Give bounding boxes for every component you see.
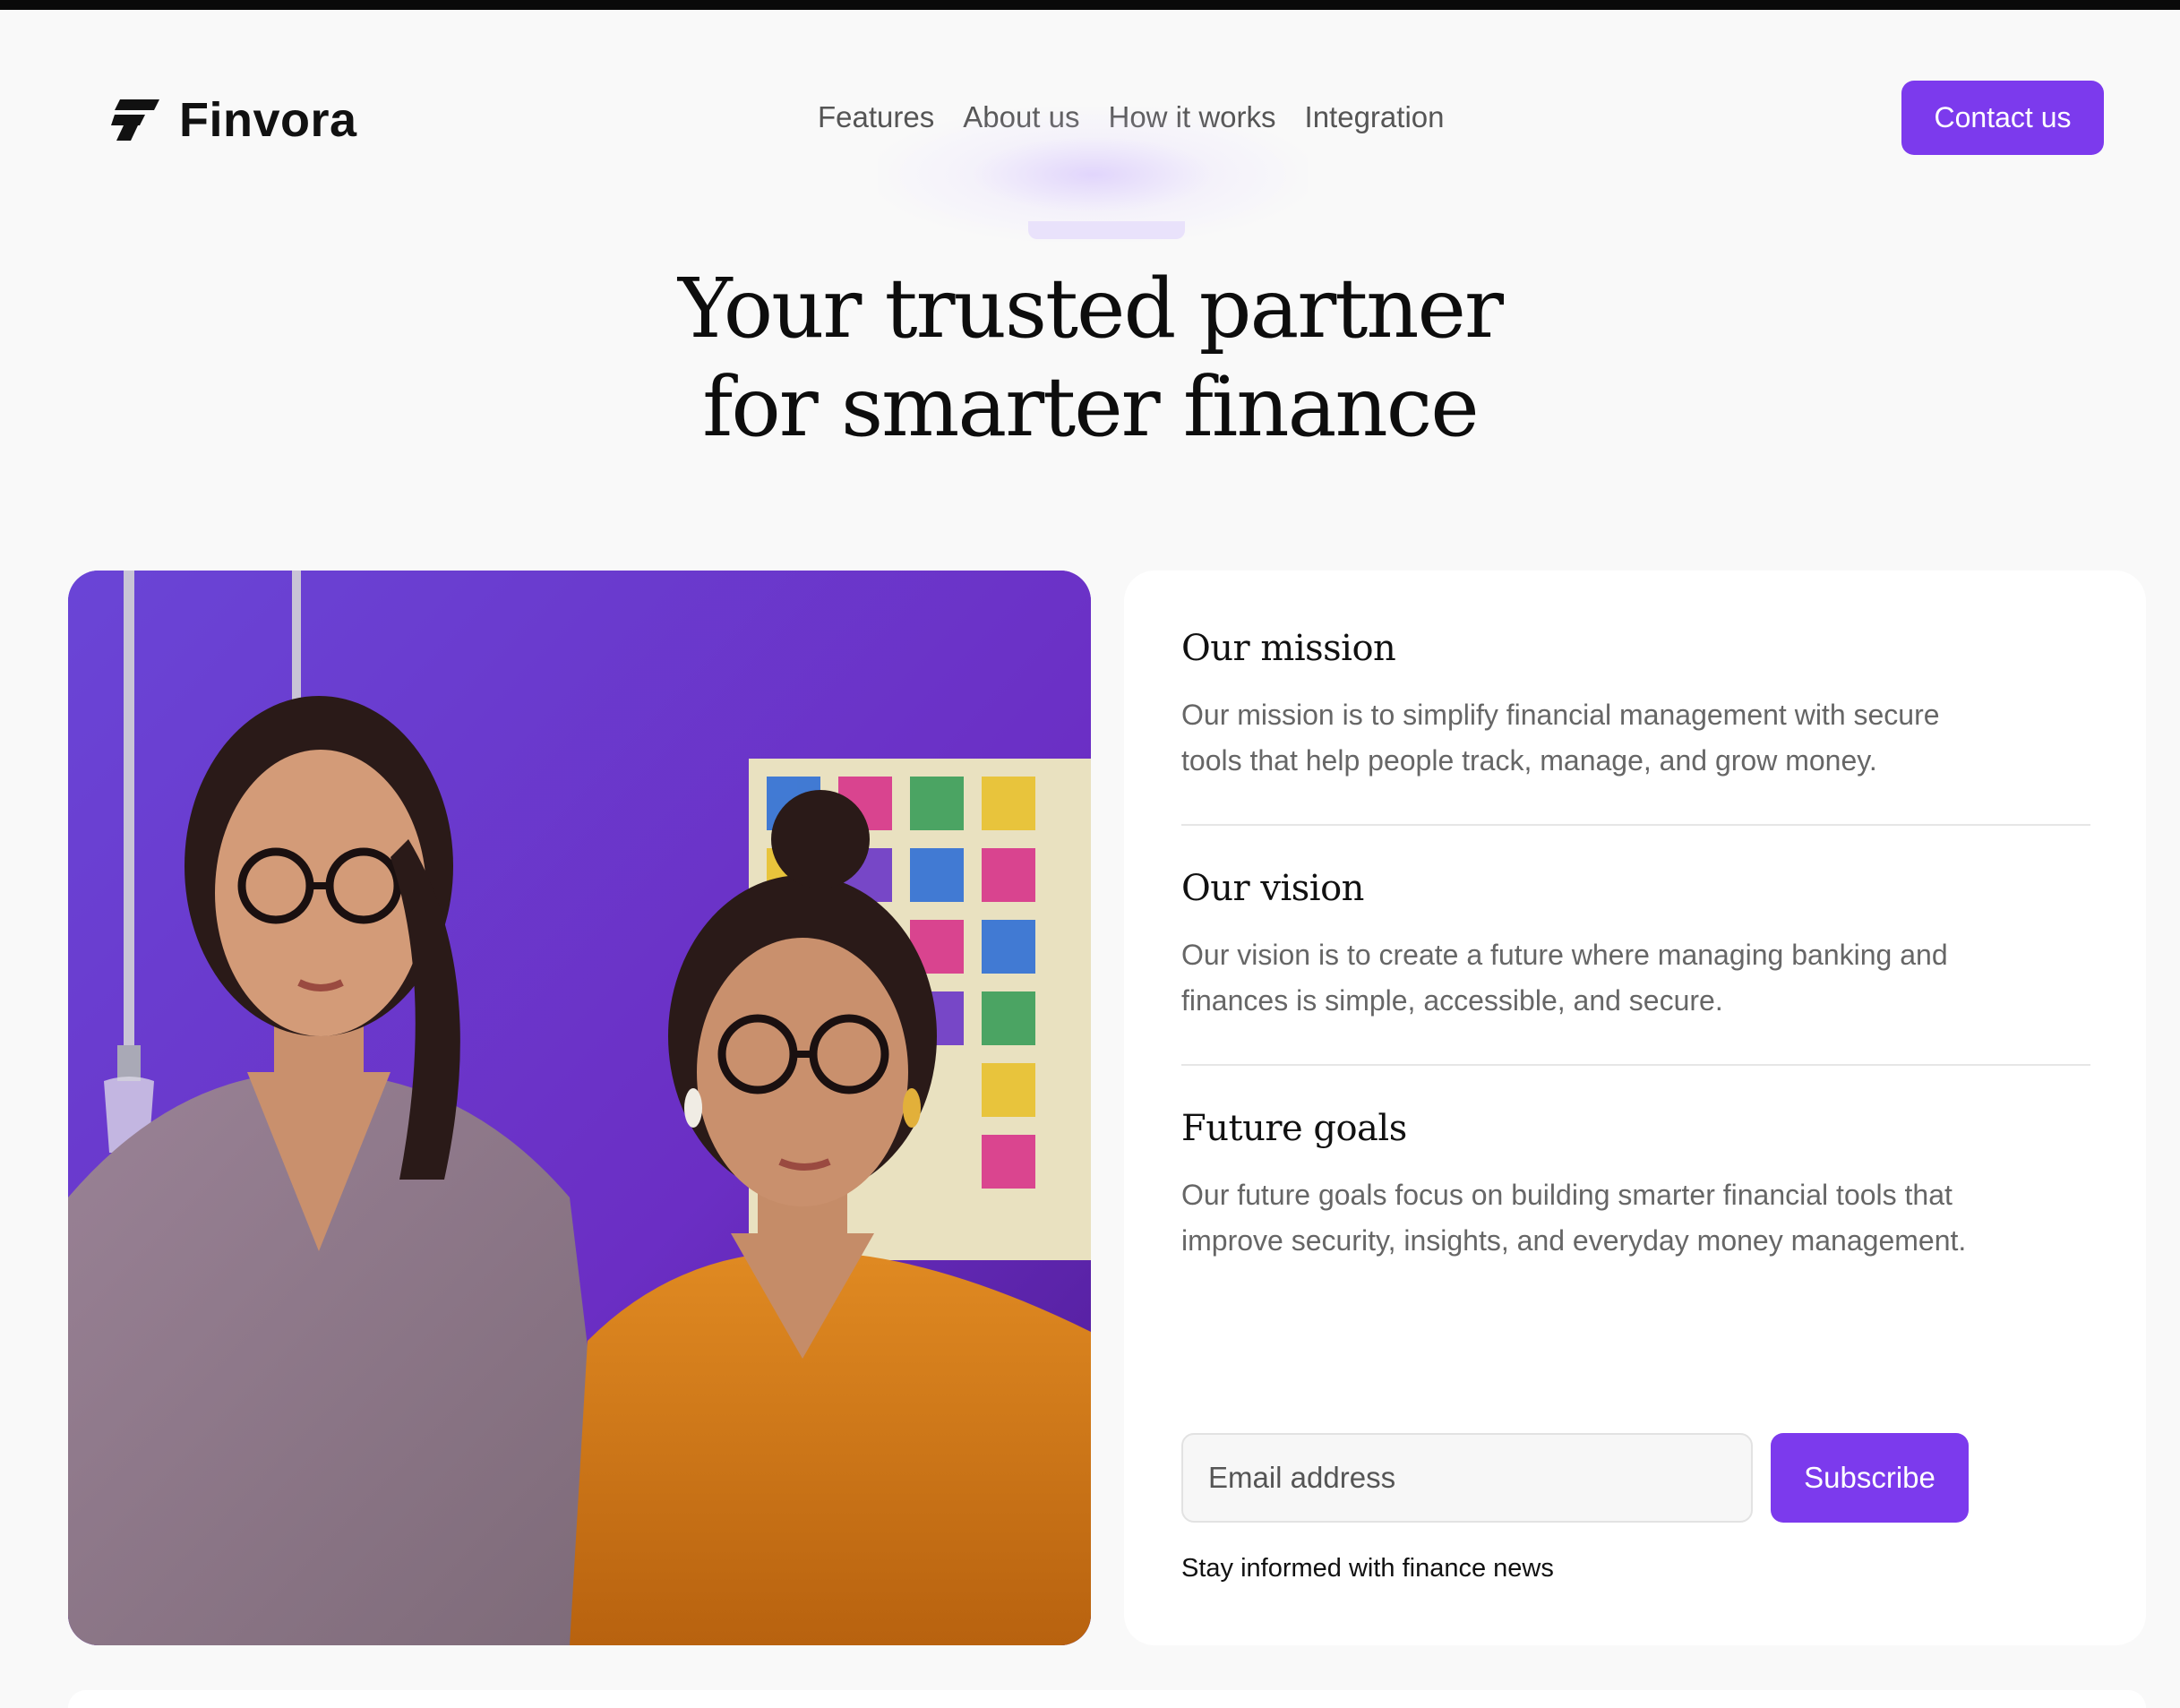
photo-illustration xyxy=(68,571,1091,1645)
nav-features[interactable]: Features xyxy=(818,100,934,134)
vision-body: Our vision is to create a future where m… xyxy=(1181,939,1948,1017)
vision-section: Our vision Our vision is to create a fut… xyxy=(1181,868,2090,1024)
nav-how-it-works[interactable]: How it works xyxy=(1109,100,1276,134)
goals-section: Future goals Our future goals focus on b… xyxy=(1181,1108,2090,1264)
info-card: Our mission Our mission is to simplify f… xyxy=(1124,571,2146,1645)
nav-integration[interactable]: Integration xyxy=(1305,100,1445,134)
decorative-pill xyxy=(1028,221,1185,239)
next-section-edge xyxy=(68,1690,2146,1708)
brand-name: Finvora xyxy=(179,93,357,147)
vision-title: Our vision xyxy=(1181,868,1364,909)
nav-about-us[interactable]: About us xyxy=(963,100,1079,134)
top-border xyxy=(0,0,2180,10)
brand-logo[interactable]: Finvora xyxy=(111,92,357,148)
divider xyxy=(1181,1064,2090,1066)
hero-title: Your trusted partner for smarter finance xyxy=(553,260,1627,457)
hero-title-line-2: for smarter finance xyxy=(702,359,1479,455)
team-photo xyxy=(68,571,1091,1645)
newsletter-helper-text: Stay informed with finance news xyxy=(1181,1554,1554,1583)
hero-title-line-1: Your trusted partner xyxy=(678,261,1504,356)
goals-body: Our future goals focus on building smart… xyxy=(1181,1179,1967,1257)
goals-title: Future goals xyxy=(1181,1108,1407,1149)
mission-body: Our mission is to simplify financial man… xyxy=(1181,699,1940,777)
subscribe-button[interactable]: Subscribe xyxy=(1771,1433,1969,1523)
contact-us-button[interactable]: Contact us xyxy=(1901,81,2104,155)
mission-section: Our mission Our mission is to simplify f… xyxy=(1181,628,2090,784)
main-nav: Features About us How it works Integrati… xyxy=(818,100,1444,134)
mission-title: Our mission xyxy=(1181,628,1396,669)
finvora-logo-icon xyxy=(111,99,159,141)
divider xyxy=(1181,824,2090,826)
email-field[interactable] xyxy=(1181,1433,1753,1523)
site-header: Finvora Features About us How it works I… xyxy=(0,10,2180,225)
